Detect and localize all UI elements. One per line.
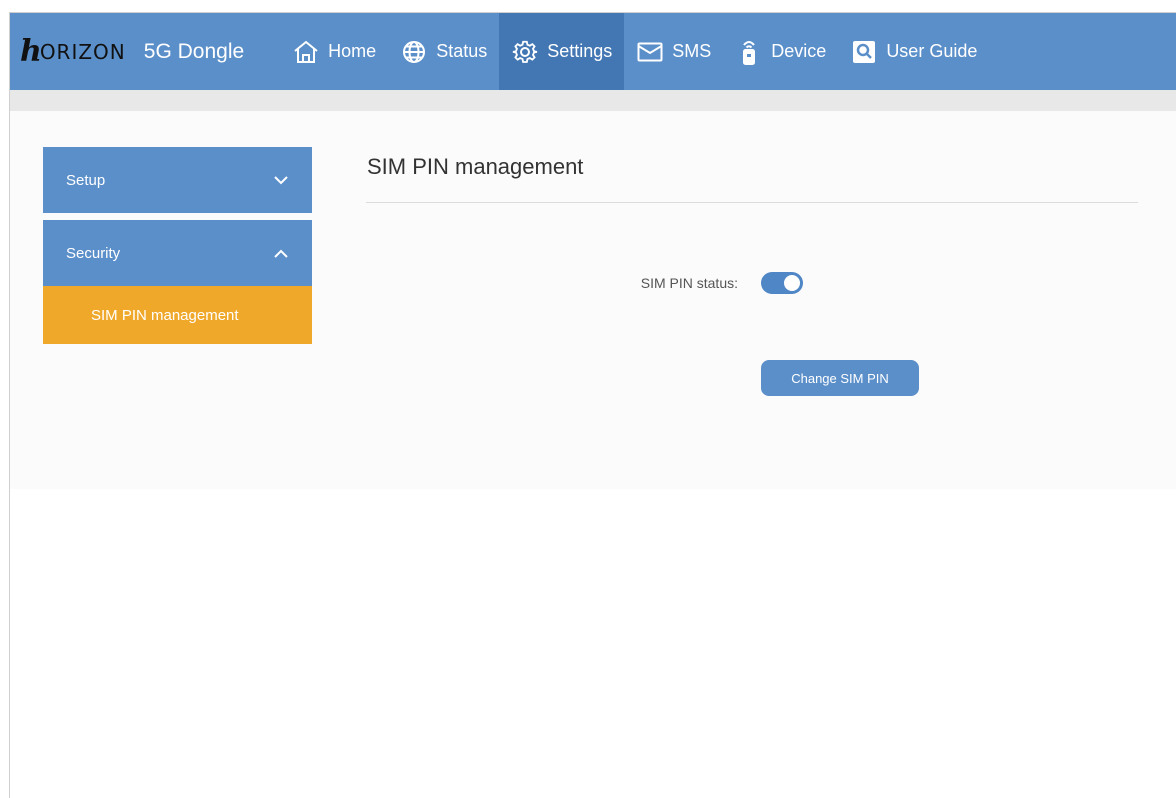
- nav-status-label: Status: [436, 41, 488, 61]
- nav-settings-label: Settings: [547, 41, 613, 61]
- nav-sms-label: SMS: [672, 41, 712, 61]
- app-window: h ORIZON 5G Dongle Home Status Settings …: [9, 12, 1176, 798]
- logo-mark: h: [20, 33, 42, 69]
- page-title: SIM PIN management: [367, 154, 584, 179]
- sidebar-section-label: Security: [66, 244, 121, 262]
- content-area: Setup Security SIM PIN management SIM PI…: [10, 111, 1176, 489]
- sidebar-section-setup[interactable]: Setup: [43, 147, 312, 213]
- nav-sms[interactable]: SMS: [624, 13, 723, 90]
- top-navigation-bar: h ORIZON 5G Dongle Home Status Settings …: [10, 13, 1176, 90]
- search-icon: [850, 38, 878, 66]
- sidebar: Setup Security SIM PIN management: [43, 147, 312, 344]
- nav-user-guide-label: User Guide: [886, 41, 978, 61]
- sidebar-item-sim-pin-management[interactable]: SIM PIN management: [43, 286, 312, 344]
- logo-text: ORIZON: [39, 39, 126, 64]
- nav-settings[interactable]: Settings: [499, 13, 625, 90]
- envelope-icon: [636, 38, 664, 66]
- nav-device-label: Device: [771, 41, 827, 61]
- horizon-logo: h ORIZON: [20, 33, 126, 69]
- sub-header-bar: [10, 90, 1176, 111]
- nav-user-guide[interactable]: User Guide: [838, 13, 989, 90]
- nav-home[interactable]: Home: [280, 13, 388, 90]
- main-panel: SIM PIN management SIM PIN status: Chang…: [366, 154, 1138, 396]
- globe-icon: [400, 38, 428, 66]
- sim-pin-status-toggle[interactable]: [761, 272, 803, 294]
- nav-status[interactable]: Status: [388, 13, 499, 90]
- chevron-down-icon: [274, 173, 288, 187]
- sim-pin-status-label: SIM PIN status:: [640, 275, 738, 291]
- device-icon: [735, 38, 763, 66]
- nav-home-label: Home: [328, 41, 377, 61]
- chevron-up-icon: [274, 246, 288, 260]
- gear-icon: [511, 38, 539, 66]
- brand: h ORIZON 5G Dongle: [10, 13, 244, 90]
- nav-device[interactable]: Device: [723, 13, 838, 90]
- change-sim-pin-button[interactable]: Change SIM PIN: [761, 360, 919, 396]
- sidebar-section-label: Setup: [66, 171, 106, 189]
- main-nav: Home Status Settings SMS Device User Gui…: [280, 13, 989, 90]
- title-divider: [366, 202, 1138, 203]
- home-icon: [292, 38, 320, 66]
- product-name: 5G Dongle: [143, 39, 245, 63]
- sidebar-section-security[interactable]: Security: [43, 220, 312, 286]
- toggle-knob: [784, 275, 800, 291]
